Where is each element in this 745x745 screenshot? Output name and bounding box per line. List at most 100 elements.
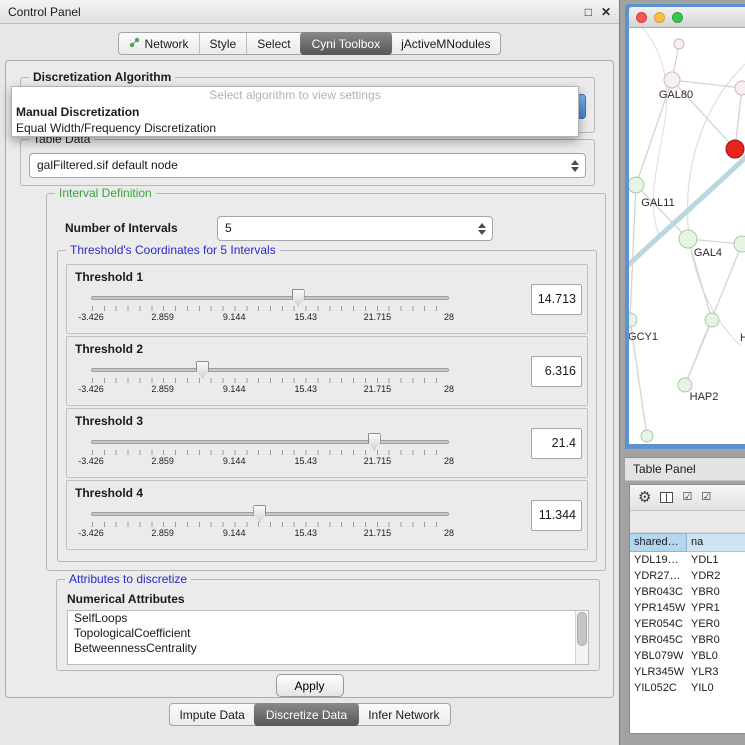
network-canvas[interactable]: GAL80GAL11GAL4GCY1HAP2H bbox=[629, 28, 745, 444]
tab-impute-data[interactable]: Impute Data bbox=[169, 704, 254, 725]
threshold-value-field[interactable]: 11.344 bbox=[531, 500, 582, 531]
zoom-traffic-light-icon[interactable] bbox=[672, 12, 683, 23]
slider-thumb[interactable] bbox=[368, 433, 381, 450]
table-row[interactable]: YLR345WYLR3 bbox=[630, 664, 745, 680]
table-row[interactable]: YDR27…YDR2 bbox=[630, 568, 745, 584]
select-none-checkbox-icon[interactable]: ☑ bbox=[701, 492, 711, 503]
slider-scale: -3.4262.8599.14415.4321.71528 bbox=[91, 528, 449, 540]
slider-track[interactable] bbox=[91, 368, 449, 372]
scale-tick-label: 9.144 bbox=[223, 312, 246, 322]
tab-select[interactable]: Select bbox=[246, 33, 300, 54]
list-item[interactable]: TopologicalCoefficient bbox=[68, 626, 588, 641]
attributes-to-discretize-group: Attributes to discretize Numerical Attri… bbox=[56, 579, 600, 671]
threshold-label: Threshold 4 bbox=[75, 486, 143, 500]
algorithm-dropdown-popup: Select algorithm to view settings Manual… bbox=[11, 86, 579, 137]
slider-track[interactable] bbox=[91, 296, 449, 300]
combo-stepper-icon bbox=[478, 223, 486, 235]
network-node[interactable] bbox=[674, 39, 684, 49]
numerical-attributes-list[interactable]: SelfLoopsTopologicalCoefficientBetweenne… bbox=[67, 610, 589, 665]
apply-button[interactable]: Apply bbox=[276, 674, 344, 697]
table-row[interactable]: YBR043CYBR0 bbox=[630, 584, 745, 600]
tab-network[interactable]: Network bbox=[119, 33, 199, 54]
cell-shared-name: YDL19… bbox=[630, 552, 687, 568]
table-row[interactable]: YPR145WYPR1 bbox=[630, 600, 745, 616]
dropdown-option-manual[interactable]: Manual Discretization bbox=[12, 104, 578, 120]
table-data-combobox[interactable]: galFiltered.sif default node bbox=[29, 153, 586, 178]
scale-tick-label: 21.715 bbox=[364, 312, 392, 322]
tab-style[interactable]: Style bbox=[199, 33, 247, 54]
cell-name: YBR0 bbox=[687, 584, 745, 600]
cell-shared-name: YIL052C bbox=[630, 680, 687, 696]
slider-track[interactable] bbox=[91, 512, 449, 516]
columns-icon[interactable] bbox=[660, 492, 673, 503]
slider-ticks bbox=[92, 522, 448, 527]
combo-stepper-icon bbox=[571, 160, 579, 172]
table-row[interactable]: YBR045CYBR0 bbox=[630, 632, 745, 648]
network-node[interactable] bbox=[735, 81, 745, 95]
tab-cyni-toolbox[interactable]: Cyni Toolbox bbox=[300, 32, 392, 55]
table-panel-title: Table Panel bbox=[633, 462, 696, 476]
column-header-name[interactable]: na bbox=[687, 533, 745, 552]
network-node[interactable] bbox=[629, 313, 637, 327]
scale-tick-label: 15.43 bbox=[295, 528, 318, 538]
cell-name: YLR3 bbox=[687, 664, 745, 680]
threshold-value-field[interactable]: 6.316 bbox=[531, 356, 582, 387]
group-title: Attributes to discretize bbox=[65, 572, 191, 586]
threshold-value-field[interactable]: 14.713 bbox=[531, 284, 582, 315]
threshold-slider[interactable]: -3.4262.8599.14415.4321.71528 bbox=[91, 289, 449, 333]
scale-tick-label: 9.144 bbox=[223, 528, 246, 538]
threshold-slider[interactable]: -3.4262.8599.14415.4321.71528 bbox=[91, 433, 449, 477]
threshold-slider[interactable]: -3.4262.8599.14415.4321.71528 bbox=[91, 361, 449, 405]
table-row[interactable]: YIL052CYIL0 bbox=[630, 680, 745, 696]
tab-jactivemnodules[interactable]: jActiveMNodules bbox=[391, 33, 500, 54]
network-tab-icon bbox=[129, 37, 140, 51]
slider-scale: -3.4262.8599.14415.4321.71528 bbox=[91, 384, 449, 396]
scale-tick-label: 15.43 bbox=[295, 456, 318, 466]
network-node[interactable] bbox=[664, 72, 680, 88]
threshold-value-field[interactable]: 21.4 bbox=[531, 428, 582, 459]
tab-infer-network[interactable]: Infer Network bbox=[358, 704, 449, 725]
float-window-icon[interactable]: □ bbox=[585, 6, 592, 18]
scale-tick-label: 9.144 bbox=[223, 456, 246, 466]
select-all-checkbox-icon[interactable]: ☑ bbox=[682, 492, 692, 503]
close-icon[interactable]: ✕ bbox=[601, 6, 611, 18]
network-node[interactable] bbox=[629, 177, 644, 193]
table-row[interactable]: YER054CYER0 bbox=[630, 616, 745, 632]
network-node[interactable] bbox=[705, 313, 719, 327]
table-row[interactable]: YDL19…YDL1 bbox=[630, 552, 745, 568]
list-item[interactable]: BetweennessCentrality bbox=[68, 641, 588, 656]
table-row[interactable]: YBL079WYBL0 bbox=[630, 648, 745, 664]
slider-thumb[interactable] bbox=[253, 505, 266, 522]
control-panel-titlebar: Control Panel □ ✕ bbox=[0, 0, 619, 24]
network-node[interactable] bbox=[679, 230, 697, 248]
scale-tick-label: 15.43 bbox=[295, 384, 318, 394]
table-toolbar: ⚙ ☑ ☑ bbox=[630, 485, 745, 511]
network-node[interactable] bbox=[641, 430, 653, 442]
tab-discretize-data[interactable]: Discretize Data bbox=[254, 703, 359, 726]
network-edge[interactable] bbox=[672, 80, 742, 88]
bottom-tab-bar: Impute Data Discretize Data Infer Networ… bbox=[168, 703, 450, 726]
threshold-slider[interactable]: -3.4262.8599.14415.4321.71528 bbox=[91, 505, 449, 549]
gear-icon[interactable]: ⚙ bbox=[638, 490, 651, 505]
network-node[interactable] bbox=[726, 140, 744, 158]
network-node[interactable] bbox=[678, 378, 692, 392]
network-window-titlebar[interactable] bbox=[629, 7, 745, 28]
scrollbar-thumb[interactable] bbox=[577, 612, 587, 646]
network-node[interactable] bbox=[734, 236, 745, 252]
minimize-traffic-light-icon[interactable] bbox=[654, 12, 665, 23]
cell-shared-name: YBR045C bbox=[630, 632, 687, 648]
scale-tick-label: -3.426 bbox=[78, 456, 104, 466]
dropdown-option-equal-width[interactable]: Equal Width/Frequency Discretization bbox=[12, 120, 578, 136]
column-header-shared-name[interactable]: shared… bbox=[630, 533, 687, 552]
list-item[interactable]: SelfLoops bbox=[68, 611, 588, 626]
node-label: GCY1 bbox=[629, 331, 658, 343]
scale-tick-label: 21.715 bbox=[364, 528, 392, 538]
slider-thumb[interactable] bbox=[196, 361, 209, 378]
close-traffic-light-icon[interactable] bbox=[636, 12, 647, 23]
network-edge[interactable] bbox=[630, 185, 636, 320]
node-label: GAL4 bbox=[694, 247, 722, 259]
slider-thumb[interactable] bbox=[292, 289, 305, 306]
num-intervals-combobox[interactable]: 5 bbox=[217, 216, 493, 241]
slider-track[interactable] bbox=[91, 440, 449, 444]
scrollbar[interactable] bbox=[575, 611, 588, 664]
